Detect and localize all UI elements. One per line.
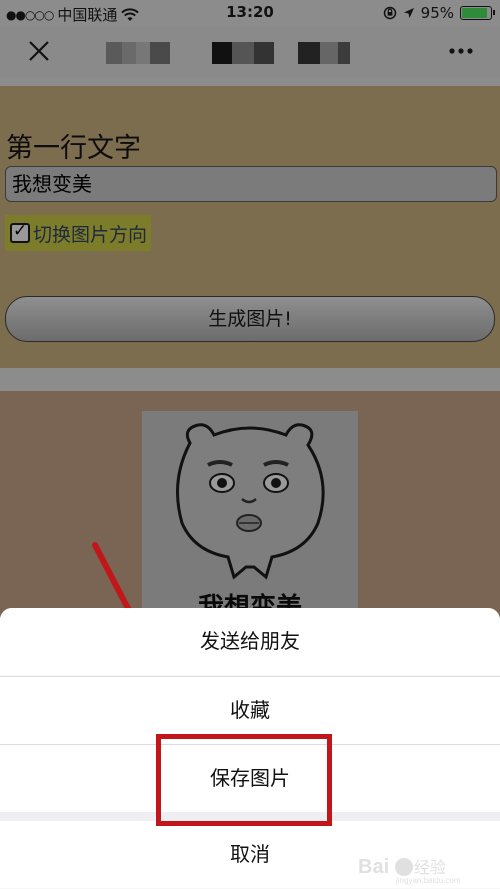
svg-text:Bai: Bai <box>358 856 389 878</box>
baidu-jingyan-watermark: Bai 经验 jingyan.baidu.com <box>358 856 461 885</box>
send-to-friend-option[interactable]: 发送给朋友 <box>0 608 500 675</box>
highlight-box-annotation <box>156 734 332 826</box>
svg-text:经验: 经验 <box>414 859 446 877</box>
svg-text:jingyan.baidu.com: jingyan.baidu.com <box>395 876 461 885</box>
